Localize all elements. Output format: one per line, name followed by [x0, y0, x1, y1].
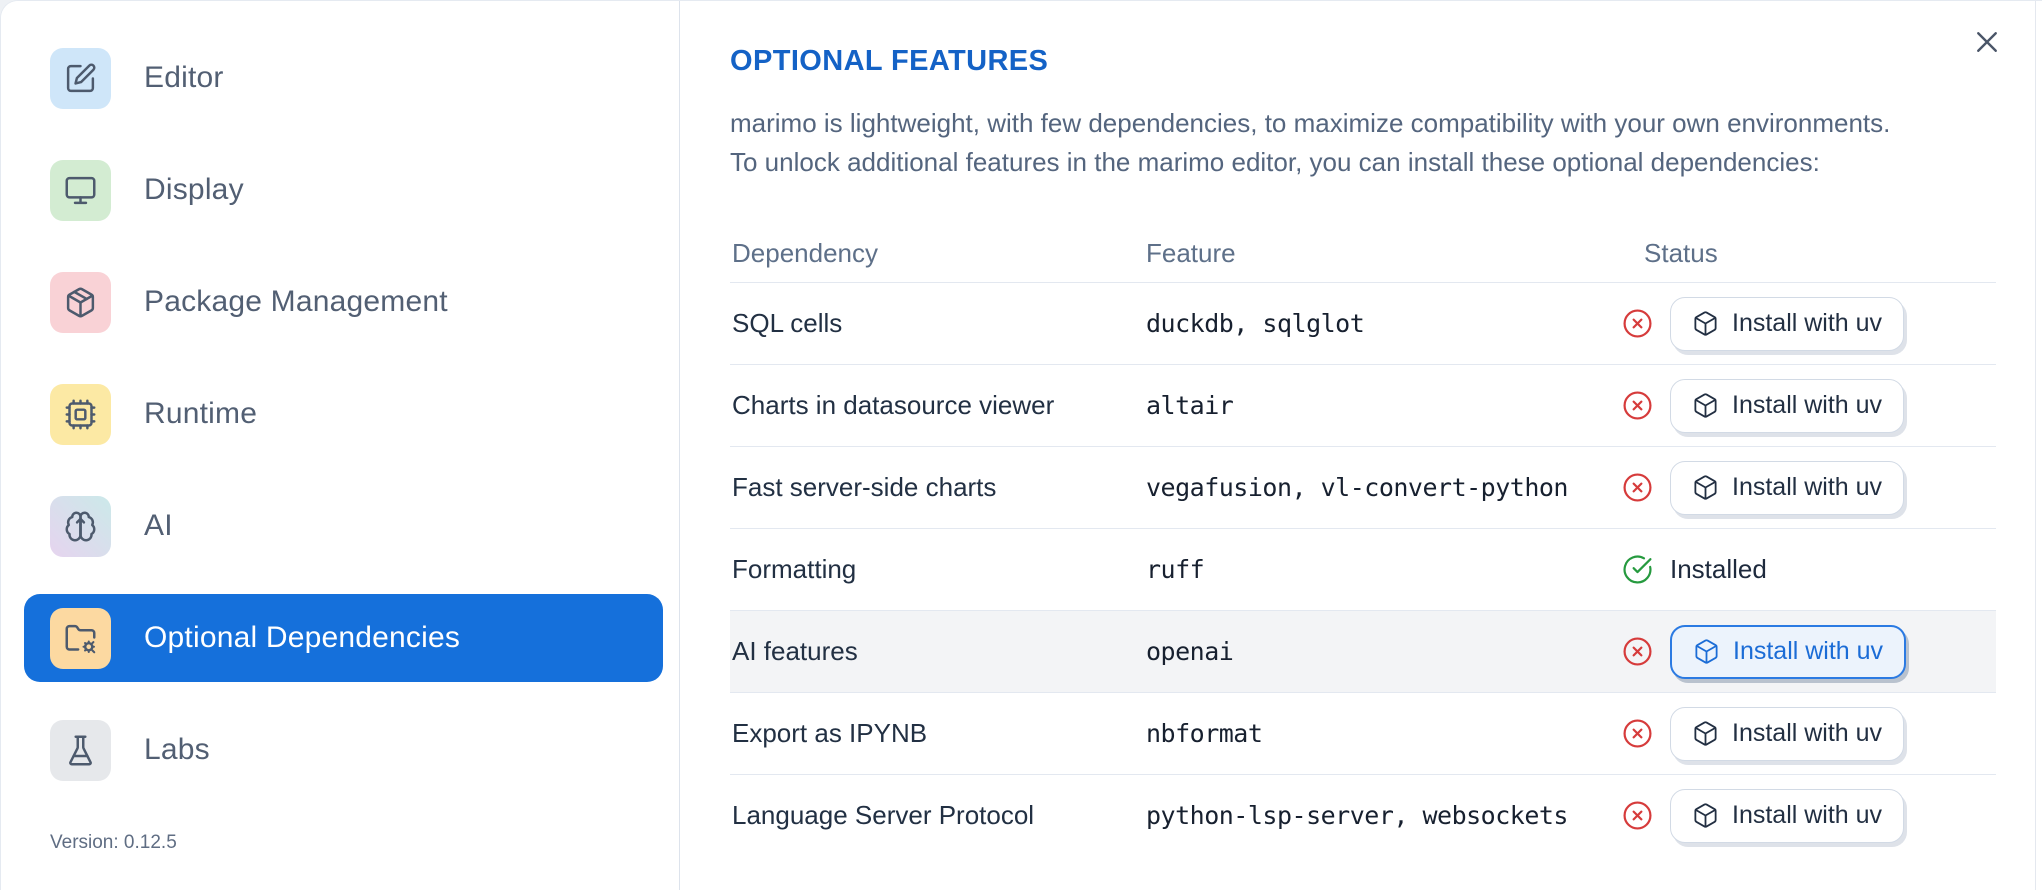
install-button-label: Install with uv: [1732, 391, 1883, 419]
table-row: Export as IPYNB nbformat Install with uv: [730, 693, 1996, 775]
box-icon: [1692, 474, 1719, 501]
feature-cell: ruff: [1146, 555, 1205, 584]
install-button-label: Install with uv: [1732, 309, 1883, 337]
table-row: Formatting ruff Installed: [730, 529, 1996, 611]
table-row: Language Server Protocol python-lsp-serve…: [730, 775, 1996, 857]
package-icon: [50, 271, 111, 333]
flask-icon: [50, 719, 111, 781]
description-line-1: marimo is lightweight, with few dependen…: [730, 108, 1891, 138]
dependency-cell: Fast server-side charts: [732, 472, 997, 502]
box-icon: [1692, 310, 1719, 337]
status-cell: Install with uv: [1620, 447, 1996, 529]
table-row: SQL cells duckdb, sqlglot Install with uv: [730, 283, 1996, 365]
dependency-cell: Charts in datasource viewer: [732, 390, 1055, 420]
dependency-cell: Formatting: [732, 554, 857, 584]
sidebar-item-label: Optional Dependencies: [144, 621, 461, 654]
install-button-label: Install with uv: [1732, 719, 1883, 747]
status-cell: Install with uv: [1620, 365, 1996, 447]
page-title: OPTIONAL FEATURES: [730, 45, 1049, 77]
version-label: Version: 0.12.5: [50, 832, 177, 853]
install-with-uv-button[interactable]: Install with uv: [1670, 706, 1905, 761]
sidebar-item-label: Package Management: [144, 285, 448, 318]
feature-cell: python-lsp-server, websockets: [1146, 801, 1569, 831]
dependencies-table: Dependency Feature Status SQL cells duckd…: [730, 218, 1996, 857]
status-cell: Install with uv: [1620, 693, 1996, 775]
close-button[interactable]: [1965, 21, 2009, 65]
circle-x-icon: [1622, 472, 1653, 503]
box-icon: [1692, 802, 1719, 829]
table-row: Charts in datasource viewer altair Install…: [730, 365, 1996, 447]
monitor-icon: [50, 159, 111, 221]
sidebar-item-label: Editor: [144, 61, 224, 94]
sidebar-nav: Editor Display Package Management Runtime AI…: [1, 1, 679, 794]
feature-cell: altair: [1146, 391, 1234, 420]
table-header-row: Dependency Feature Status: [730, 218, 1996, 283]
circle-x-icon: [1622, 308, 1653, 339]
settings-sidebar: Editor Display Package Management Runtime AI…: [1, 1, 680, 890]
status-cell: Install with uv: [1620, 611, 1996, 693]
box-icon: [1693, 638, 1720, 665]
dependency-cell: Export as IPYNB: [732, 718, 928, 748]
status-cell: Install with uv: [1620, 775, 1996, 857]
dependency-cell: AI features: [732, 636, 858, 666]
feature-cell: nbformat: [1146, 719, 1263, 748]
install-button-label: Install with uv: [1732, 473, 1883, 501]
circle-x-icon: [1622, 390, 1653, 421]
install-with-uv-button[interactable]: Install with uv: [1670, 378, 1905, 433]
sidebar-item-label: Runtime: [144, 397, 258, 430]
settings-dialog: Editor Display Package Management Runtime AI…: [0, 0, 2042, 890]
status-cell: Installed: [1620, 529, 1996, 611]
close-icon: [1972, 27, 2002, 60]
install-with-uv-button[interactable]: Install with uv: [1670, 624, 1907, 679]
circle-x-icon: [1622, 718, 1653, 749]
sidebar-item-label: AI: [144, 509, 173, 542]
feature-cell: openai: [1146, 637, 1234, 666]
install-button-label: Install with uv: [1732, 801, 1883, 830]
table-row: AI features openai Install with uv: [730, 610, 1996, 693]
status-cell: Install with uv: [1620, 283, 1996, 365]
feature-cell: vegafusion, vl-convert-python: [1146, 473, 1569, 502]
description: marimo is lightweight, with few dependen…: [730, 104, 2042, 182]
box-icon: [1692, 720, 1719, 747]
install-button-label: Install with uv: [1733, 637, 1884, 665]
installed-label: Installed: [1670, 554, 1767, 584]
column-header-dependency: Dependency: [732, 237, 878, 268]
circle-check-icon: [1622, 554, 1653, 585]
sidebar-item-package-management[interactable]: Package Management: [24, 258, 663, 346]
description-line-2: To unlock additional features in the mar…: [730, 147, 1820, 177]
table-row: Fast server-side charts vegafusion, vl-co…: [730, 447, 1996, 529]
column-header-feature: Feature: [1146, 237, 1236, 268]
brain-icon: [50, 495, 111, 557]
feature-cell: duckdb, sqlglot: [1146, 309, 1365, 338]
sidebar-item-label: Labs: [144, 733, 210, 766]
sidebar-item-editor[interactable]: Editor: [24, 34, 663, 122]
install-with-uv-button[interactable]: Install with uv: [1670, 460, 1905, 515]
dependency-cell: Language Server Protocol: [732, 800, 1035, 831]
folder-cog-icon: [50, 607, 111, 669]
column-header-status: Status: [1644, 237, 1718, 268]
install-with-uv-button[interactable]: Install with uv: [1670, 296, 1905, 351]
install-with-uv-button[interactable]: Install with uv: [1670, 788, 1905, 843]
sidebar-item-ai[interactable]: AI: [24, 482, 663, 570]
sidebar-item-optional-dependencies[interactable]: Optional Dependencies: [24, 594, 663, 682]
optional-features-panel: OPTIONAL FEATURES marimo is lightweight,…: [680, 1, 2042, 890]
square-pen-icon: [50, 47, 111, 109]
sidebar-item-labs[interactable]: Labs: [24, 706, 663, 794]
cpu-icon: [50, 383, 111, 445]
sidebar-item-label: Display: [144, 173, 244, 206]
sidebar-item-display[interactable]: Display: [24, 146, 663, 234]
circle-x-icon: [1622, 636, 1653, 667]
box-icon: [1692, 392, 1719, 419]
sidebar-item-runtime[interactable]: Runtime: [24, 370, 663, 458]
circle-x-icon: [1622, 800, 1653, 831]
dependency-cell: SQL cells: [732, 308, 843, 338]
